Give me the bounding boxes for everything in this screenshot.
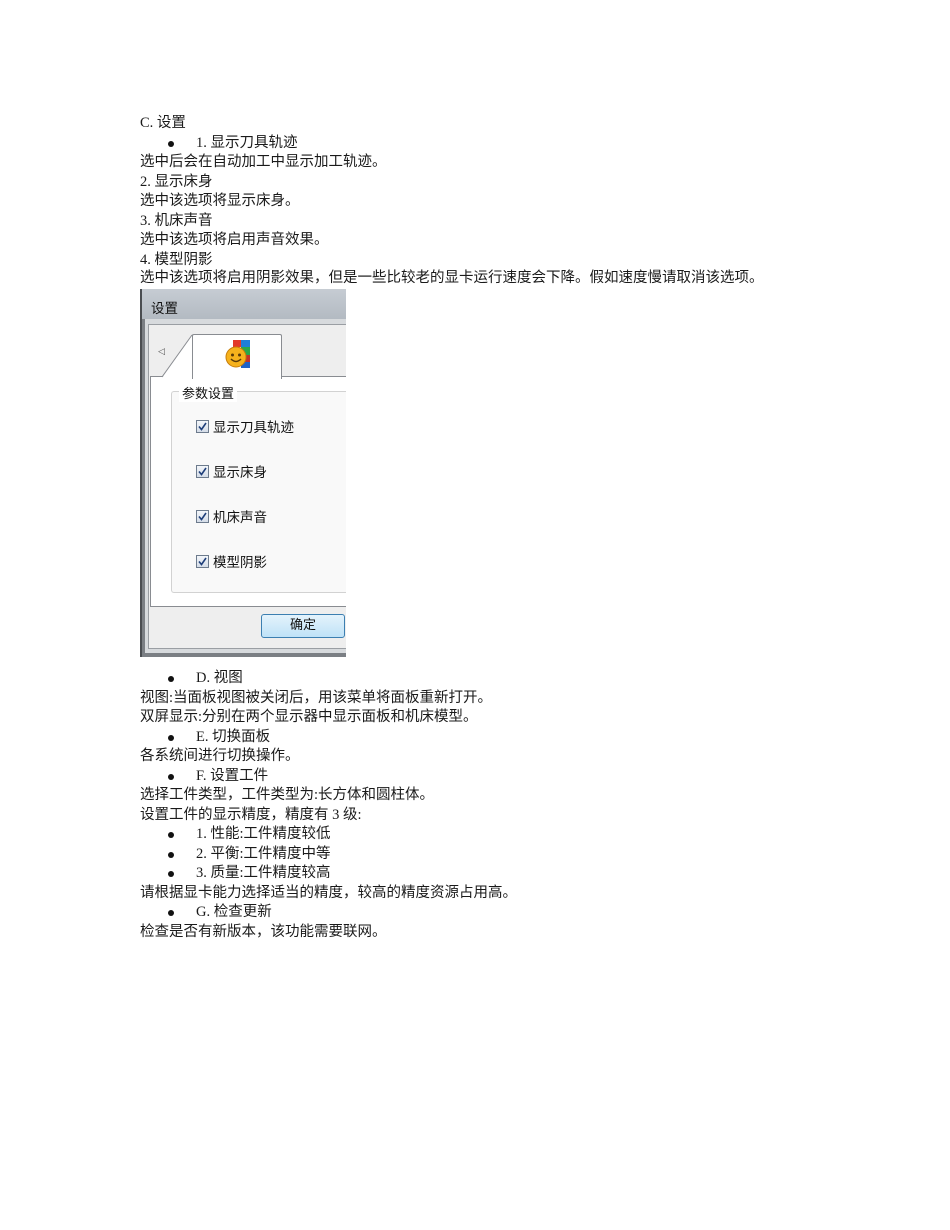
checkbox-label: 模型阴影 bbox=[213, 555, 267, 571]
check-updates-desc: 检查是否有新版本，该功能需要联网。 bbox=[140, 923, 387, 940]
model-shadow-desc: 选中该选项将启用阴影效果，但是一些比较老的显卡运行速度会下降。假如速度慢请取消该… bbox=[140, 270, 764, 286]
list-item-precision-performance: 1. 性能:工件精度较低 bbox=[140, 825, 820, 845]
model-shadow-title: 4. 模型阴影 bbox=[140, 251, 213, 268]
checkbox-label: 显示刀具轨迹 bbox=[213, 420, 294, 436]
precision-advice: 请根据显卡能力选择适当的精度，较高的精度资源占用高。 bbox=[140, 884, 517, 901]
dialog-titlebar[interactable]: 设置 bbox=[142, 289, 346, 319]
machine-sound-desc: 选中该选项将启用声音效果。 bbox=[140, 232, 329, 248]
checkbox-label: 显示床身 bbox=[213, 465, 267, 481]
document-body: C. 设置 1. 显示刀具轨迹 选中后会在自动加工中显示加工轨迹。 2. 显示床… bbox=[140, 114, 820, 942]
list-item-view: D. 视图 bbox=[140, 669, 820, 689]
parameter-settings-label: 参数设置 bbox=[179, 383, 238, 402]
show-tool-path-desc: 选中后会在自动加工中显示加工轨迹。 bbox=[140, 154, 387, 170]
settings-dialog: 设置 ◁ 参数设置 显示刀具轨迹 显示床身 机床声音 模型阴影 确定 bbox=[140, 289, 346, 657]
show-bed-title: 2. 显示床身 bbox=[140, 173, 213, 190]
section-c-heading: C. 设置 bbox=[140, 115, 186, 131]
checkbox-row-model-shadow[interactable]: 模型阴影 bbox=[196, 555, 267, 573]
ok-button[interactable]: 确定 bbox=[261, 614, 345, 638]
checkbox-row-machine-sound[interactable]: 机床声音 bbox=[196, 510, 267, 528]
checkbox-model-shadow[interactable] bbox=[196, 555, 209, 568]
list-item-switch-panel: E. 切换面板 bbox=[140, 728, 820, 748]
show-bed-desc: 选中该选项将显示床身。 bbox=[140, 193, 300, 209]
settings-face-icon bbox=[225, 340, 250, 368]
view-desc-2: 双屏显示:分别在两个显示器中显示面板和机床模型。 bbox=[140, 709, 478, 725]
checkbox-machine-sound[interactable] bbox=[196, 510, 209, 523]
list-item-precision-balanced: 2. 平衡:工件精度中等 bbox=[140, 845, 820, 865]
checkbox-row-show-bed[interactable]: 显示床身 bbox=[196, 465, 267, 483]
list-item-show-tool-path: 1. 显示刀具轨迹 bbox=[140, 134, 820, 154]
switch-panel-desc: 各系统间进行切换操作。 bbox=[140, 748, 300, 764]
dialog-title: 设置 bbox=[151, 301, 178, 317]
machine-sound-title: 3. 机床声音 bbox=[140, 212, 213, 229]
list-item-set-workpiece: F. 设置工件 bbox=[140, 767, 820, 787]
workpiece-precision-desc: 设置工件的显示精度，精度有 3 级: bbox=[140, 806, 362, 823]
tab-scroll-left-icon[interactable]: ◁ bbox=[158, 347, 165, 357]
checkbox-show-bed[interactable] bbox=[196, 465, 209, 478]
dialog-left-border bbox=[140, 289, 142, 657]
checkmark-icon bbox=[198, 512, 207, 521]
view-desc-1: 视图:当面板视图被关闭后，用该菜单将面板重新打开。 bbox=[140, 689, 493, 706]
checkmark-icon bbox=[198, 467, 207, 476]
checkbox-label: 机床声音 bbox=[213, 510, 267, 526]
list-item-check-updates: G. 检查更新 bbox=[140, 903, 820, 923]
checkbox-show-tool-path[interactable] bbox=[196, 420, 209, 433]
checkmark-icon bbox=[198, 422, 207, 431]
list-item-precision-quality: 3. 质量:工件精度较高 bbox=[140, 864, 820, 884]
checkmark-icon bbox=[198, 557, 207, 566]
checkbox-row-show-tool-path[interactable]: 显示刀具轨迹 bbox=[196, 420, 294, 438]
workpiece-type-desc: 选择工件类型，工件类型为:长方体和圆柱体。 bbox=[140, 787, 435, 803]
